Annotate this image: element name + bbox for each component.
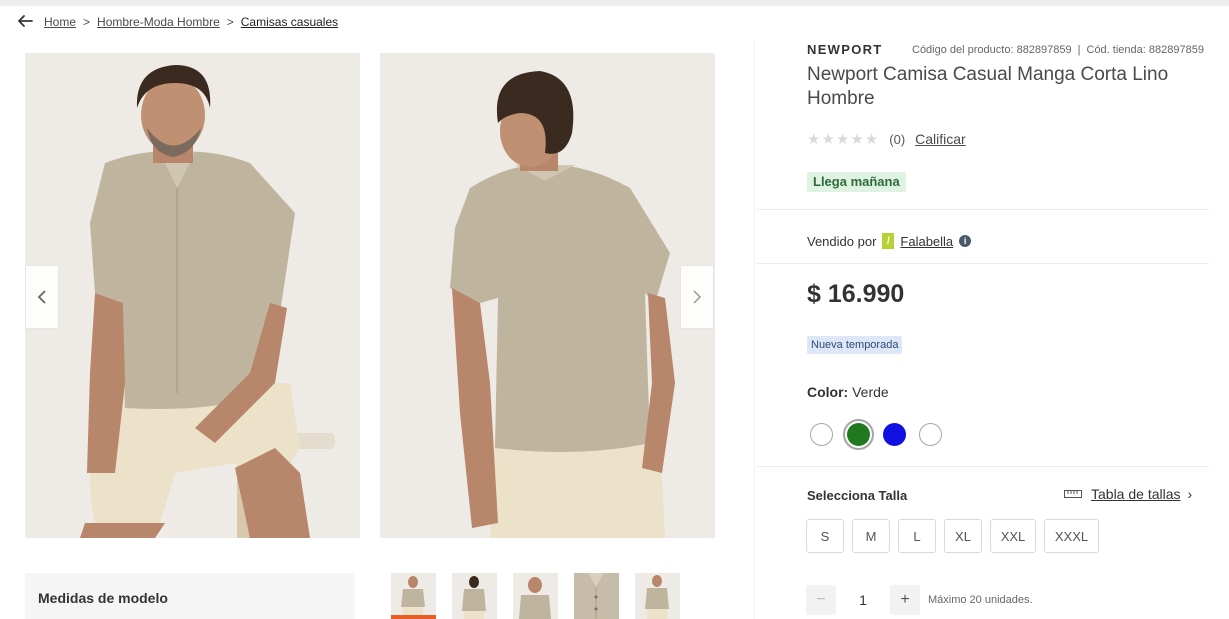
info-icon[interactable]: i (959, 235, 972, 247)
color-swatch-green[interactable] (843, 419, 874, 450)
chevron-right-icon (693, 290, 702, 304)
thumbnail[interactable] (391, 573, 436, 619)
product-image-front[interactable] (25, 53, 360, 538)
product-price: $ 16.990 (807, 280, 905, 308)
thumbnail[interactable] (574, 573, 619, 619)
size-label: Selecciona Talla (807, 488, 908, 503)
top-bar (0, 0, 1229, 6)
breadcrumb-home[interactable]: Home (44, 15, 76, 29)
star-icon: ★ (835, 130, 850, 148)
product-code: Código del producto: 882897859 (912, 44, 1072, 56)
size-option[interactable]: XXL (990, 519, 1036, 553)
product-brand[interactable]: NEWPORT (807, 42, 883, 57)
delivery-badge: Llega mañana (807, 172, 906, 192)
breadcrumb-camisas-casuales[interactable]: Camisas casuales (241, 15, 338, 29)
chevron-right-icon: › (1187, 486, 1193, 502)
breadcrumb-separator: > (226, 15, 234, 29)
seller-info: Vendido por / Falabella i (807, 233, 972, 249)
model-measures-label: Medidas de modelo (38, 590, 168, 606)
product-image-back[interactable] (380, 53, 715, 538)
star-icon: ★ (807, 130, 821, 148)
ruler-icon (1064, 490, 1082, 498)
seller-link[interactable]: Falabella (900, 234, 953, 249)
store-code: Cód. tienda: 882897859 (1086, 44, 1204, 56)
divider (757, 466, 1209, 467)
divider (757, 209, 1209, 210)
chevron-left-icon (37, 290, 46, 304)
quantity-note: Máximo 20 unidades. (928, 594, 1033, 606)
color-swatch-blue[interactable] (883, 423, 906, 446)
product-title: Newport Camisa Casual Manga Corta Lino H… (807, 64, 1169, 109)
divider (757, 263, 1209, 264)
color-label-title: Color: (807, 384, 849, 400)
size-option[interactable]: XL (944, 519, 982, 553)
model-measures-accordion[interactable]: Medidas de modelo (25, 573, 355, 619)
color-swatch-white-2[interactable] (919, 423, 942, 446)
quantity-increase-button[interactable]: + (890, 585, 920, 615)
star-icon: ★ (864, 130, 879, 148)
season-badge: Nueva temporada (807, 336, 903, 354)
star-icon: ★ (821, 130, 835, 148)
size-option[interactable]: S (806, 519, 844, 553)
size-guide-link[interactable]: Tabla de tallas › (1064, 486, 1192, 502)
gallery-next-button[interactable] (680, 265, 714, 329)
color-swatch-white[interactable] (810, 423, 833, 446)
color-label: Color: Verde (807, 384, 889, 400)
column-divider (754, 40, 755, 619)
thumbnail[interactable] (452, 573, 497, 619)
quantity-stepper: − 1 + Máximo 20 unidades. (806, 585, 1033, 615)
color-swatches (810, 419, 955, 450)
rating-count: (0) (889, 131, 906, 147)
star-icon: ★ (850, 130, 864, 148)
breadcrumb-separator: > (83, 15, 91, 29)
product-rating: ★ ★ ★ ★ ★ (0) Calificar (807, 131, 966, 147)
color-value: Verde (852, 384, 889, 400)
rating-stars: ★ ★ ★ ★ ★ (807, 132, 878, 147)
breadcrumb-hombre-moda[interactable]: Hombre-Moda Hombre (97, 15, 220, 29)
sold-by-label: Vendido por (807, 233, 877, 249)
size-option[interactable]: XXXL (1044, 519, 1099, 553)
back-arrow-icon[interactable] (16, 12, 34, 30)
size-guide-label: Tabla de tallas (1091, 486, 1181, 502)
product-codes: Código del producto: 882897859 | Cód. tien… (912, 44, 1204, 56)
gallery-prev-button[interactable] (25, 265, 59, 329)
thumbnail[interactable] (635, 573, 680, 619)
quantity-decrease-button[interactable]: − (806, 585, 836, 615)
rate-product-link[interactable]: Calificar (915, 131, 966, 147)
falabella-logo-icon: / (882, 233, 895, 249)
thumbnail-strip (391, 573, 680, 619)
thumbnail[interactable] (513, 573, 558, 619)
size-option[interactable]: L (898, 519, 936, 553)
quantity-value[interactable]: 1 (836, 592, 890, 608)
breadcrumb: Home > Hombre-Moda Hombre > Camisas casu… (44, 15, 338, 29)
size-option[interactable]: M (852, 519, 890, 553)
size-options: S M L XL XXL XXXL (806, 519, 1099, 553)
